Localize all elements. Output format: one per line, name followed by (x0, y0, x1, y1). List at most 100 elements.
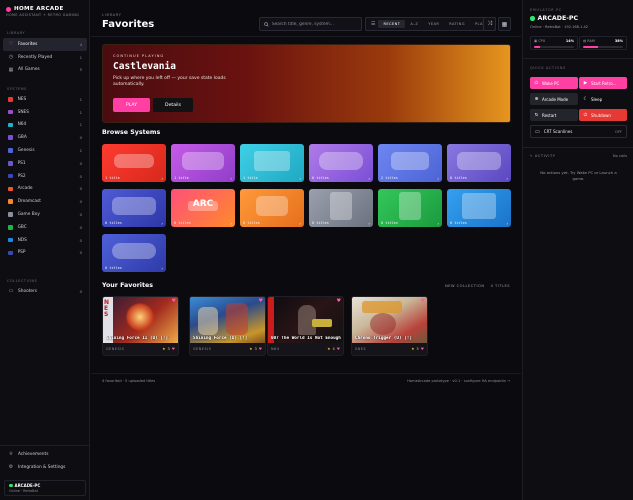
crt-label: CRT Scanlines (543, 129, 573, 134)
sidebar-item-n64[interactable]: N64 1 (3, 119, 87, 132)
ram-meter: ▤ RAM 38% (579, 36, 627, 50)
library-list: ♡ Favorites 4 ◷ Recently Played 1 ▦ All … (3, 38, 87, 76)
shuffle-icon: ⤨ (487, 20, 492, 27)
cover-art: NES Shining Force II (U) [!] (103, 297, 178, 343)
sidebar-item-ps1[interactable]: PS1 0 (3, 157, 87, 170)
system-card-snes[interactable]: 1 title › (171, 144, 235, 182)
sidebar-item-genesis[interactable]: Genesis 2 (3, 144, 87, 157)
view-grid-button[interactable]: ▦ (498, 17, 511, 31)
system-color-swatch (8, 97, 13, 102)
sidebar-item-snes[interactable]: SNES 1 (3, 106, 87, 119)
sidebar-item-favorites[interactable]: ♡ Favorites 4 (3, 38, 87, 51)
sidebar-item-nes[interactable]: NES 1 (3, 93, 87, 106)
sidebar-item-shooters[interactable]: ▭ Shooters 0 (3, 285, 87, 298)
favorite-heart-icon[interactable]: ♥ (259, 298, 263, 304)
sidebar-divider (0, 445, 90, 446)
sidebar-bottom: ♕ Achievements ⚙ Integration & Settings (3, 448, 87, 474)
start-retrobat-button[interactable]: ▶ Start Retro... (579, 77, 627, 89)
sort-rating[interactable]: RATING (444, 20, 470, 28)
sidebar-item-count: 0 (79, 173, 82, 179)
pc-name: ARCADE-PC (14, 483, 41, 488)
crt-scanlines-toggle[interactable]: ▭ CRT Scanlines OFF (530, 125, 627, 138)
system-card-gbc[interactable]: 0 titles › (378, 189, 442, 227)
console-icon (330, 192, 352, 221)
cpu-value: 14% (565, 39, 574, 43)
favorite-card[interactable]: Chrono Trigger (U) [!] ♥ SNES ★ 5 ♥ (351, 296, 428, 356)
sidebar-item-settings[interactable]: ⚙ Integration & Settings (3, 461, 87, 474)
sidebar-item-dreamcast[interactable]: Dreamcast 0 (3, 195, 87, 208)
sidebar-item-recently-played[interactable]: ◷ Recently Played 1 (3, 51, 87, 64)
star-icon: ★ (249, 346, 253, 351)
cover-art: Chrono Trigger (U) [!] (352, 297, 427, 343)
favorite-card[interactable]: Shining Force (U) [!] ♥ GENESIS ★ 3 ♥ (189, 296, 266, 356)
sidebar-item-gba[interactable]: GBA 0 (3, 131, 87, 144)
pc-status-card[interactable]: ARCADE-PC Online · RetroBat (4, 480, 86, 496)
sidebar-item-gbc[interactable]: GBC 0 (3, 221, 87, 234)
search-box[interactable] (259, 17, 362, 31)
system-card-ps2[interactable]: 0 titles › (102, 189, 166, 227)
right-panel: EMULATOR PC ARCADE-PC Online · RetroBat … (522, 0, 633, 500)
sort-year[interactable]: YEAR (423, 20, 444, 28)
shutdown-button[interactable]: ⏻ Shutdown (579, 109, 627, 121)
footer-info-link[interactable]: HomeArcade prototype · v0.1 · configure … (407, 379, 510, 383)
grid-icon: ▦ (8, 66, 14, 73)
sleep-button[interactable]: ☾ Sleep (579, 93, 627, 105)
details-button[interactable]: Details (153, 98, 193, 112)
system-card-n64[interactable]: 1 title › (240, 144, 304, 182)
favorite-heart-icon[interactable]: ♥ (172, 298, 176, 304)
sidebar-item-label: All Games (18, 67, 40, 73)
sidebar-item-count: 5 (79, 67, 82, 73)
star-icon: ★ (327, 346, 331, 351)
action-label: Restart (542, 112, 557, 118)
wake-pc-button[interactable]: ⏻ Wake PC (530, 77, 578, 89)
play-button[interactable]: PLAY (113, 98, 150, 112)
sidebar-item-count: 0 (79, 199, 82, 205)
system-title-count: 0 titles (450, 221, 467, 225)
heart-icon: ♥ (336, 346, 340, 351)
system-card-nds[interactable]: 0 titles › (447, 189, 511, 227)
sidebar-item-arcade[interactable]: Arcade 0 (3, 183, 87, 196)
sidebar-item-label: Genesis (17, 148, 35, 154)
chevron-right-icon: › (368, 220, 370, 226)
sidebar-item-game-boy[interactable]: Game Boy 0 (3, 208, 87, 221)
favorite-heart-icon[interactable]: ♥ (421, 298, 425, 304)
sidebar-item-nds[interactable]: NDS 0 (3, 234, 87, 247)
system-card-dreamcast[interactable]: 0 titles › (240, 189, 304, 227)
sidebar-item-label: Shooters (18, 288, 38, 294)
sort-a-z[interactable]: A–Z (405, 20, 423, 28)
system-card-genesis[interactable]: 2 titles › (378, 144, 442, 182)
browse-systems-title: Browse Systems (102, 129, 161, 136)
favorite-card[interactable]: NES Shining Force II (U) [!] ♥ GENESIS ★… (102, 296, 179, 356)
sidebar-item-label: NES (17, 96, 27, 102)
shuffle-button[interactable]: ⤨ (483, 17, 496, 31)
system-title-count: 1 title (174, 176, 189, 180)
breadcrumb: LIBRARY (102, 13, 122, 17)
brand[interactable]: HOME ARCADE HOME ASSISTANT + RETRO GAMIN… (6, 6, 79, 17)
restart-button[interactable]: ↻ Restart (530, 109, 578, 121)
system-color-swatch (8, 225, 13, 230)
sidebar-item-count: 0 (79, 135, 82, 141)
sidebar-item-psp[interactable]: PSP 0 (3, 247, 87, 260)
system-card-nes[interactable]: 1 title › (102, 144, 166, 182)
sidebar-item-count: 0 (79, 288, 82, 294)
favorite-heart-icon[interactable]: ♥ (337, 298, 341, 304)
system-card-gba[interactable]: 0 titles › (309, 144, 373, 182)
arcade-mode-button[interactable]: ⊕ Arcade Mode (530, 93, 578, 105)
search-input[interactable] (271, 21, 357, 27)
console-icon (254, 151, 290, 172)
sort-recent[interactable]: RECENT (378, 20, 406, 28)
sidebar-item-ps2[interactable]: PS2 0 (3, 170, 87, 183)
ram-value: 38% (614, 39, 623, 43)
system-card-psp[interactable]: 0 titles › (102, 234, 166, 272)
emulator-label: EMULATOR PC (530, 8, 562, 12)
system-card-ps1[interactable]: 0 titles › (447, 144, 511, 182)
sidebar-item-all-games[interactable]: ▦ All Games 5 (3, 64, 87, 77)
new-collection-button[interactable]: NEW COLLECTION (445, 284, 485, 288)
system-card-arcade[interactable]: ARC 0 titles › (171, 189, 235, 227)
system-title-count: 0 titles (312, 176, 329, 180)
favorite-title: Shining Force (U) [!] (193, 336, 248, 341)
sidebar-item-achievements[interactable]: ♕ Achievements (3, 448, 87, 461)
system-card-game-boy[interactable]: 0 titles › (309, 189, 373, 227)
cover-art: 007 The World Is Not Enough (268, 297, 343, 343)
favorite-card[interactable]: 007 The World Is Not Enough ♥ N64 ★ 4 ♥ (267, 296, 344, 356)
